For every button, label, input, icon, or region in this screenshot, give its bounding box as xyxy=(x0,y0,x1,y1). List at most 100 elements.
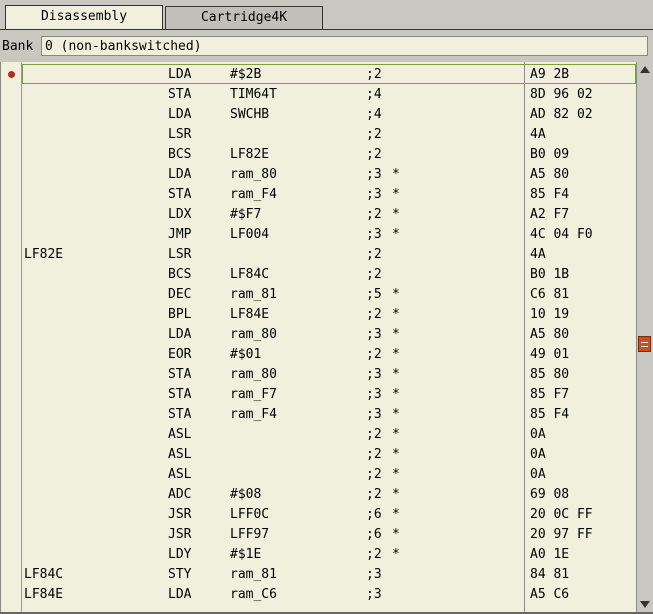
line-opcode: STY xyxy=(168,567,192,582)
disassembly-line[interactable]: LSR ;2 4A xyxy=(22,124,636,144)
line-operand: ram_80 xyxy=(230,327,277,342)
line-marker: * xyxy=(392,387,400,402)
disassembly-line[interactable]: ASL ;2 * 0A xyxy=(22,444,636,464)
line-bytes: AD 82 02 xyxy=(530,107,593,122)
line-opcode: JMP xyxy=(168,227,192,242)
line-cycles: ;2 xyxy=(366,147,382,162)
disassembly-line[interactable]: BCS LF84C ;2 B0 1B xyxy=(22,264,636,284)
disassembly-line[interactable]: BCS LF82E ;2 B0 09 xyxy=(22,144,636,164)
disassembly-line[interactable]: DEC ram_81 ;5 * C6 81 xyxy=(22,284,636,304)
disassembly-line[interactable]: ASL ;2 * 0A xyxy=(22,464,636,484)
line-opcode: LSR xyxy=(168,127,192,142)
line-opcode: LDA xyxy=(168,107,192,122)
scroll-down-icon[interactable] xyxy=(640,601,650,608)
line-operand: ram_F4 xyxy=(230,187,277,202)
line-cycles: ;2 xyxy=(366,467,382,482)
line-opcode: LDX xyxy=(168,207,192,222)
line-cycles: ;2 xyxy=(366,267,382,282)
tab-disassembly[interactable]: Disassembly xyxy=(5,5,163,30)
line-bytes: 49 01 xyxy=(530,347,570,362)
line-marker: * xyxy=(392,367,400,382)
breakpoint-gutter[interactable] xyxy=(0,62,22,612)
line-bytes: C6 81 xyxy=(530,287,570,302)
line-operand: LF84E xyxy=(230,307,270,322)
disassembly-line[interactable]: LF84E LDA ram_C6 ;3 A5 C6 xyxy=(22,584,636,604)
line-cycles: ;5 xyxy=(366,287,382,302)
disassembly-line[interactable]: LDY #$1E ;2 * A0 1E xyxy=(22,544,636,564)
line-bytes: 4A xyxy=(530,247,546,262)
line-opcode: LDA xyxy=(168,167,192,182)
line-opcode: LDA xyxy=(168,67,192,82)
line-operand: #$2B xyxy=(230,67,262,82)
disassembly-line[interactable]: LDA ram_80 ;3 * A5 80 xyxy=(22,164,636,184)
line-bytes: 85 F4 xyxy=(530,407,570,422)
disassembly-line[interactable]: STA ram_F4 ;3 * 85 F4 xyxy=(22,184,636,204)
disassembly-line[interactable]: BPL LF84E ;2 * 10 19 xyxy=(22,304,636,324)
scroll-thumb[interactable] xyxy=(638,336,651,352)
line-operand: ram_80 xyxy=(230,167,277,182)
disassembly-listing[interactable]: LDA #$2B ;2 A9 2B STA TIM64T ;4 8D 96 02 LDA SWCH… xyxy=(0,62,653,614)
bank-field[interactable]: 0 (non-bankswitched) xyxy=(41,36,648,56)
line-marker: * xyxy=(392,287,400,302)
line-bytes: 4C 04 F0 xyxy=(530,227,593,242)
tab-cartridge4k[interactable]: Cartridge4K xyxy=(165,6,323,29)
disassembly-line[interactable]: LF84C STY ram_81 ;3 84 81 xyxy=(22,564,636,584)
line-bytes: A5 C6 xyxy=(530,587,570,602)
line-operand: LFF97 xyxy=(230,527,270,542)
line-opcode: STA xyxy=(168,387,192,402)
scroll-up-icon[interactable] xyxy=(640,66,650,73)
line-bytes: 85 80 xyxy=(530,367,570,382)
disassembly-line[interactable]: STA ram_F7 ;3 * 85 F7 xyxy=(22,384,636,404)
disassembly-line[interactable]: LDA #$2B ;2 A9 2B xyxy=(22,64,636,84)
disassembly-line[interactable]: JSR LFF0C ;6 * 20 0C FF xyxy=(22,504,636,524)
line-cycles: ;4 xyxy=(366,107,382,122)
line-operand: #$08 xyxy=(230,487,262,502)
line-cycles: ;2 xyxy=(366,487,382,502)
line-bytes: 4A xyxy=(530,127,546,142)
line-cycles: ;4 xyxy=(366,87,382,102)
disassembly-rows[interactable]: LDA #$2B ;2 A9 2B STA TIM64T ;4 8D 96 02 LDA SWCH… xyxy=(22,62,636,612)
line-bytes: A9 2B xyxy=(530,67,570,82)
line-bytes: B0 1B xyxy=(530,267,570,282)
line-bytes: 84 81 xyxy=(530,567,570,582)
line-opcode: DEC xyxy=(168,287,192,302)
disassembly-line[interactable]: STA ram_80 ;3 * 85 80 xyxy=(22,364,636,384)
disassembly-line[interactable]: LF82E LSR ;2 4A xyxy=(22,244,636,264)
line-cycles: ;3 xyxy=(366,587,382,602)
line-operand: ram_C6 xyxy=(230,587,277,602)
line-marker: * xyxy=(392,327,400,342)
line-operand: LF84C xyxy=(230,267,270,282)
line-opcode: JSR xyxy=(168,527,192,542)
line-operand: LFF0C xyxy=(230,507,270,522)
disassembly-line[interactable]: LDA SWCHB ;4 AD 82 02 xyxy=(22,104,636,124)
line-cycles: ;3 xyxy=(366,567,382,582)
disassembly-line[interactable]: JMP LF004 ;3 * 4C 04 F0 xyxy=(22,224,636,244)
line-operand: #$1E xyxy=(230,547,262,562)
line-label: LF84E xyxy=(24,587,64,602)
disassembly-line[interactable]: STA ram_F4 ;3 * 85 F4 xyxy=(22,404,636,424)
line-opcode: ADC xyxy=(168,487,192,502)
disassembly-line[interactable]: JSR LFF97 ;6 * 20 97 FF xyxy=(22,524,636,544)
disassembly-line[interactable]: ASL ;2 * 0A xyxy=(22,424,636,444)
line-bytes: A0 1E xyxy=(530,547,570,562)
line-cycles: ;2 xyxy=(366,207,382,222)
disassembly-line[interactable]: STA TIM64T ;4 8D 96 02 xyxy=(22,84,636,104)
disassembly-line[interactable]: ADC #$08 ;2 * 69 08 xyxy=(22,484,636,504)
line-operand: ram_81 xyxy=(230,287,277,302)
breakpoint-icon[interactable] xyxy=(8,71,15,78)
line-cycles: ;3 xyxy=(366,227,382,242)
line-marker: * xyxy=(392,447,400,462)
line-cycles: ;6 xyxy=(366,527,382,542)
tab-bar: Disassembly Cartridge4K xyxy=(0,0,653,30)
line-bytes: 85 F7 xyxy=(530,387,570,402)
vertical-scrollbar[interactable] xyxy=(636,62,653,612)
disassembly-line[interactable]: EOR #$01 ;2 * 49 01 xyxy=(22,344,636,364)
disassembly-line[interactable]: LDX #$F7 ;2 * A2 F7 xyxy=(22,204,636,224)
disassembly-line[interactable]: LDA ram_80 ;3 * A5 80 xyxy=(22,324,636,344)
line-marker: * xyxy=(392,427,400,442)
line-marker: * xyxy=(392,187,400,202)
line-marker: * xyxy=(392,507,400,522)
line-bytes: 85 F4 xyxy=(530,187,570,202)
line-label: LF82E xyxy=(24,247,64,262)
line-opcode: STA xyxy=(168,367,192,382)
